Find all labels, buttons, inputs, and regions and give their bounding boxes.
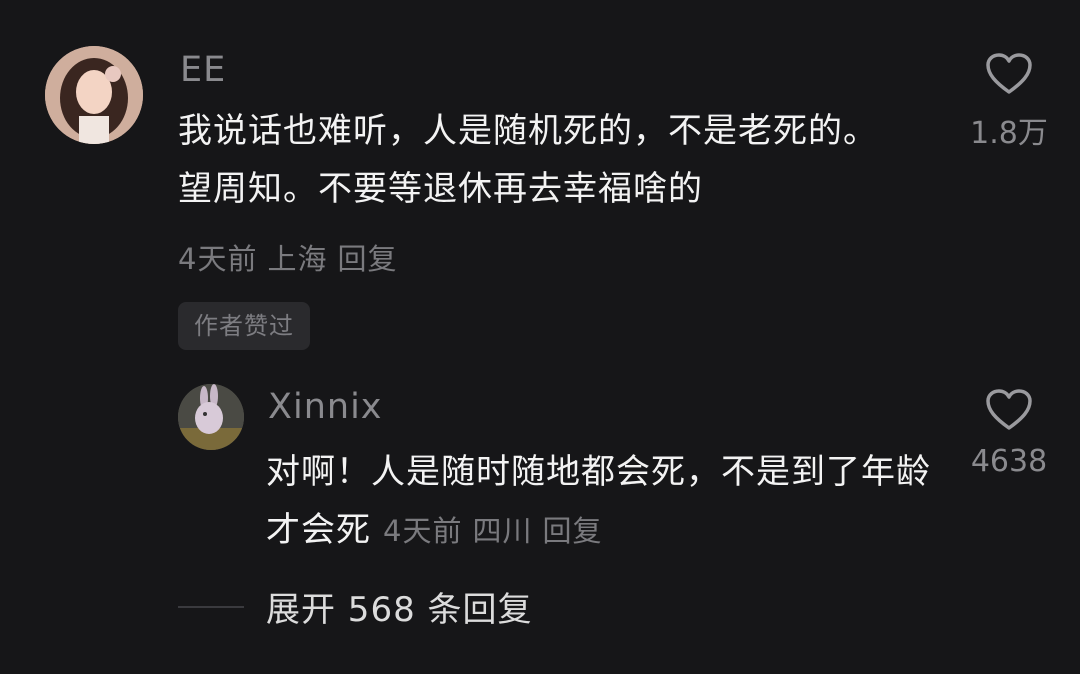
avatar-image <box>45 46 143 144</box>
reply-text-block: 对啊！人是随时随地都会死，不是到了年龄才会死 4天前 四川 回复 <box>266 443 946 560</box>
expand-replies-button[interactable]: 展开 568 条回复 <box>178 582 533 631</box>
comment-author[interactable]: EE <box>180 50 226 90</box>
avatar-image <box>178 384 244 450</box>
reply-location: 四川 <box>472 514 533 548</box>
like-button[interactable]: 1.8万 <box>954 52 1064 152</box>
expand-replies-label: 展开 568 条回复 <box>266 590 533 630</box>
comment-time: 4天前 <box>178 242 258 276</box>
reply-author[interactable]: Xinnix <box>268 387 383 427</box>
avatar[interactable] <box>178 384 244 450</box>
reply-button[interactable]: 回复 <box>542 514 602 548</box>
reply-time: 4天前 <box>383 514 463 548</box>
comment-location: 上海 <box>267 242 328 276</box>
like-count: 4638 <box>970 444 1048 479</box>
like-button[interactable]: 4638 <box>954 388 1064 479</box>
heart-icon <box>986 389 1032 430</box>
reply-meta: 4天前 四川 回复 <box>383 514 612 548</box>
avatar[interactable] <box>45 46 143 144</box>
reply-button[interactable]: 回复 <box>337 242 397 276</box>
author-liked-badge: 作者赞过 <box>178 302 310 350</box>
comment-thread: EE 我说话也难听，人是随机死的，不是老死的。望周知。不要等退休再去幸福啥的 4… <box>0 0 1080 674</box>
divider-line <box>178 605 244 608</box>
comment-text: 我说话也难听，人是随机死的，不是老死的。望周知。不要等退休再去幸福啥的 <box>178 111 878 209</box>
comment-meta: 4天前 上海 回复 <box>178 236 407 278</box>
like-count: 1.8万 <box>970 116 1048 151</box>
heart-icon <box>986 53 1032 94</box>
